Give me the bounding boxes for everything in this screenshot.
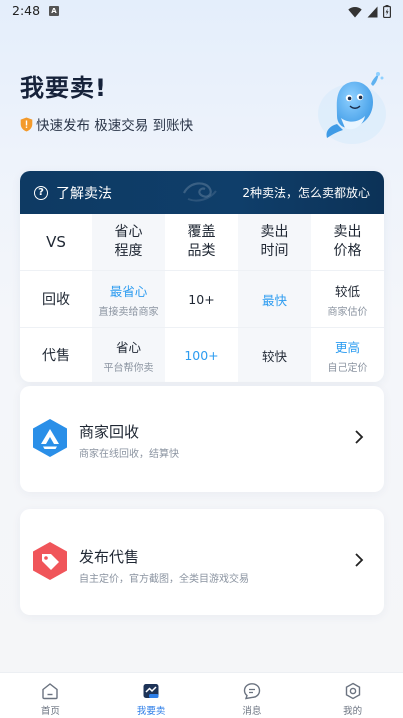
value-cell: 最快: [238, 271, 311, 328]
chevron-right-icon: [355, 553, 364, 567]
status-time: 2:48: [12, 3, 41, 18]
hero-subtitle-text: 快速发布 极速交易 到账快: [36, 118, 194, 134]
header-cell: 卖出 时间: [238, 214, 311, 271]
vs-label: VS: [46, 233, 66, 251]
consign-sale-card[interactable]: 发布代售 自主定价，官方截图，全类目游戏交易: [20, 509, 384, 615]
compare-header[interactable]: ? 了解卖法 2种卖法，怎么卖都放心: [20, 171, 384, 214]
value-cell: 较快: [238, 328, 311, 382]
value-cell: 省心 平台帮你卖: [92, 328, 165, 382]
value-cell: 较低 商家估价: [311, 271, 384, 328]
consign-sale-desc: 自主定价，官方截图，全类目游戏交易: [79, 574, 249, 585]
wifi-icon: [348, 6, 362, 17]
help-icon: ?: [34, 185, 48, 200]
home-icon: [42, 683, 59, 700]
value-cell: 更高 自己定价: [327, 339, 368, 374]
row-label-cell: 回收: [20, 271, 92, 328]
page-title: 我要卖!: [20, 74, 107, 102]
compare-subtitle: 2种卖法，怎么卖都放心: [242, 186, 370, 200]
dolphin-mascot-icon: [318, 72, 386, 144]
recycle-hexagon-icon: [33, 419, 67, 457]
notification-icon: A: [49, 6, 59, 16]
compare-row-consign: 代售 省心 平台帮你卖 100+ 较快 更高 自己定价: [20, 328, 384, 382]
value-cell: 10+: [165, 271, 238, 328]
consign-sale-title: 发布代售: [79, 548, 140, 566]
status-icons: [348, 5, 391, 18]
compare-header-row: VS 省心 程度 覆盖 品类 卖出 时间 卖出 价格: [20, 214, 384, 271]
value-cell: 100+: [184, 347, 219, 363]
merchant-recycle-title: 商家回收: [79, 423, 140, 441]
compare-card: ? 了解卖法 2种卖法，怎么卖都放心 VS 省心 程度 覆盖 品类 卖出 时间 卖出价…: [20, 171, 384, 382]
tab-messages[interactable]: 消息: [202, 673, 303, 718]
status-bar: 2:48 A: [0, 0, 403, 24]
hero-subtitle: 快速发布 极速交易 到账快: [20, 114, 193, 134]
bottom-tab-bar: 首页 我要卖 消息 我的: [0, 672, 403, 718]
vs-cell: VS: [20, 214, 92, 271]
battery-icon: [383, 5, 391, 18]
message-icon: [243, 683, 261, 700]
row-label-cell: 代售: [42, 348, 70, 364]
compare-title: 了解卖法: [56, 185, 112, 202]
value-cell: 最省心 直接卖给商家: [92, 271, 165, 328]
header-cell: 省心 程度: [92, 214, 165, 271]
swirl-decoration: [183, 182, 217, 202]
chevron-right-icon: [355, 430, 364, 444]
sell-icon: [143, 684, 159, 698]
tab-sell[interactable]: 我要卖: [101, 673, 202, 718]
tab-home[interactable]: 首页: [0, 673, 101, 718]
shield-icon: [20, 117, 33, 131]
compare-row-recycle: 回收 最省心 直接卖给商家 10+ 最快 较低 商家估价: [20, 271, 384, 328]
merchant-recycle-desc: 商家在线回收，结算快: [79, 449, 179, 460]
header-cell: 卖出 价格: [311, 214, 384, 271]
merchant-recycle-card[interactable]: 商家回收 商家在线回收，结算快: [20, 386, 384, 492]
price-tag-hexagon-icon: [33, 542, 67, 580]
header-cell: 覆盖 品类: [165, 214, 238, 271]
signal-icon: [367, 6, 378, 17]
tab-profile[interactable]: 我的: [302, 673, 403, 718]
profile-icon: [345, 682, 360, 700]
